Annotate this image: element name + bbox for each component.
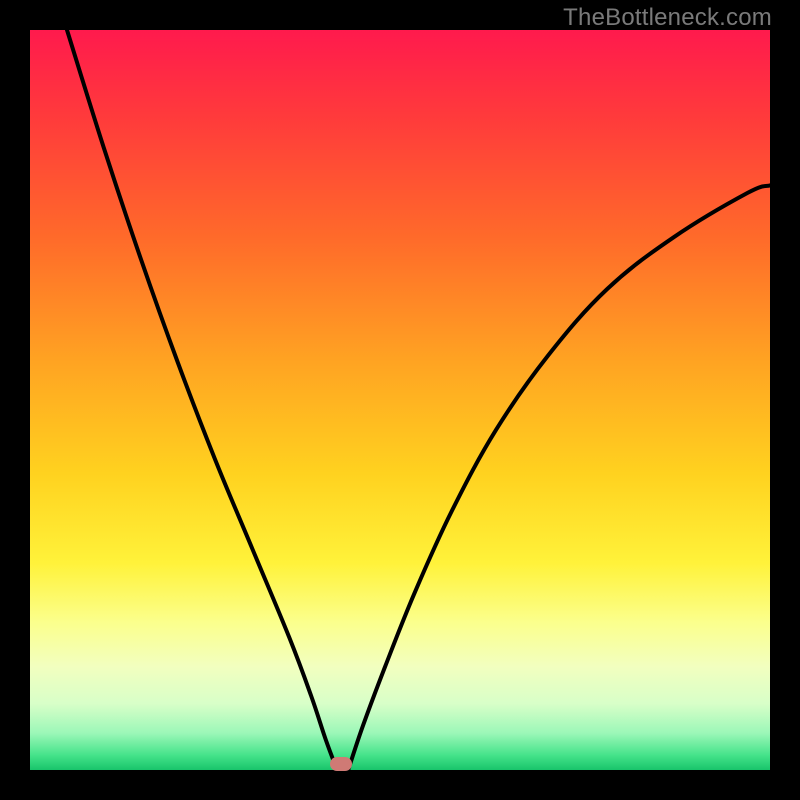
curve-layer (30, 30, 770, 770)
watermark-text: TheBottleneck.com (563, 4, 772, 32)
chart-frame: TheBottleneck.com (0, 0, 800, 800)
plot-area (30, 30, 770, 770)
curve-right (348, 185, 770, 770)
curve-left (67, 30, 337, 770)
minimum-marker (330, 757, 352, 771)
